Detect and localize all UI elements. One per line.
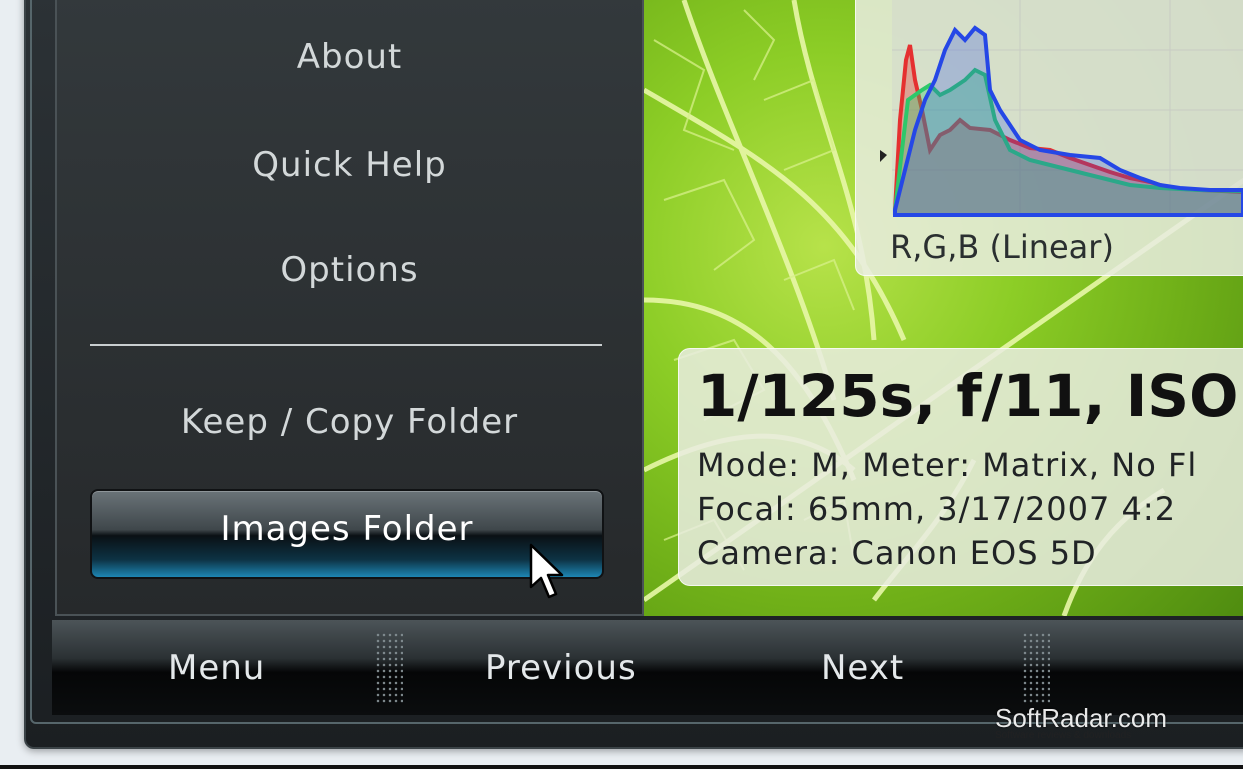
menu-item-options[interactable]: Options <box>57 250 642 290</box>
exif-focal-line: Focal: 65mm, 3/17/2007 4:2 <box>697 490 1177 528</box>
exif-mode-line: Mode: M, Meter: Matrix, No Fl <box>697 446 1198 484</box>
exif-exposure-title: 1/125s, f/11, ISO <box>697 362 1239 430</box>
menu-separator <box>90 344 602 346</box>
menu-item-about[interactable]: About <box>57 37 642 77</box>
grip-handle[interactable] <box>375 632 403 704</box>
histogram-label: R,G,B (Linear) <box>890 228 1114 266</box>
images-folder-label: Images Folder <box>220 509 474 549</box>
histogram-marker-icon <box>880 150 887 162</box>
images-folder-button[interactable]: Images Folder <box>90 489 604 579</box>
screen-bottom-edge <box>0 765 1243 769</box>
previous-button[interactable]: Previous <box>485 648 637 688</box>
menu-panel: About Quick Help Options Keep / Copy Fol… <box>55 0 644 616</box>
menu-button[interactable]: Menu <box>168 648 265 688</box>
menu-item-keep-copy-folder[interactable]: Keep / Copy Folder <box>57 402 642 442</box>
exif-camera-line: Camera: Canon EOS 5D <box>697 534 1097 572</box>
next-button[interactable]: Next <box>821 648 904 688</box>
menu-item-quick-help[interactable]: Quick Help <box>57 145 642 185</box>
grip-handle[interactable] <box>1022 632 1050 704</box>
mouse-cursor-icon <box>529 543 564 599</box>
histogram-graph <box>880 0 1243 217</box>
watermark: SoftRadar.com Software reviews & downloa… <box>995 703 1167 741</box>
